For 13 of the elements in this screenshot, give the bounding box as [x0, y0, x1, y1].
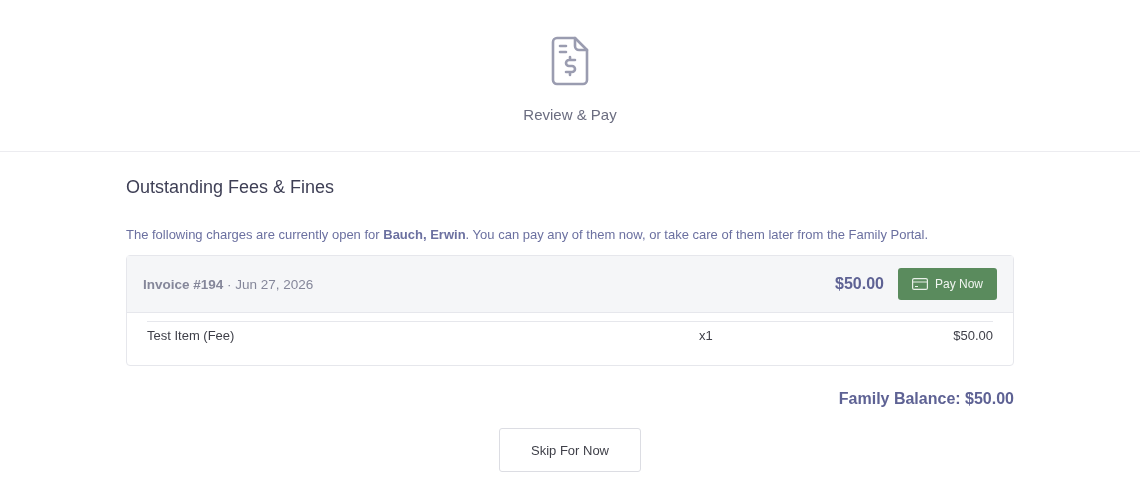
invoice-total: $50.00 — [835, 275, 884, 293]
invoice-heading: Invoice #194 · Jun 27, 2026 — [143, 276, 314, 292]
invoice-dollar-icon — [551, 36, 589, 86]
header-title: Review & Pay — [523, 106, 617, 123]
pay-now-button[interactable]: Pay Now — [897, 268, 997, 300]
family-balance: Family Balance: $50.00 — [838, 390, 1014, 408]
skip-button[interactable]: Skip For Now — [499, 428, 641, 472]
intro-text: The following charges are currently open for Bauch, Erwin. You can pay any of them now, or take care of them later from the Family Portal. — [126, 227, 930, 242]
item-quantity: x1 — [699, 328, 714, 343]
item-name: Test Item (Fee) — [147, 328, 236, 343]
credit-card-icon — [911, 278, 928, 290]
item-amount: $50.00 — [953, 328, 993, 343]
section-title: Outstanding Fees & Fines — [126, 177, 336, 199]
